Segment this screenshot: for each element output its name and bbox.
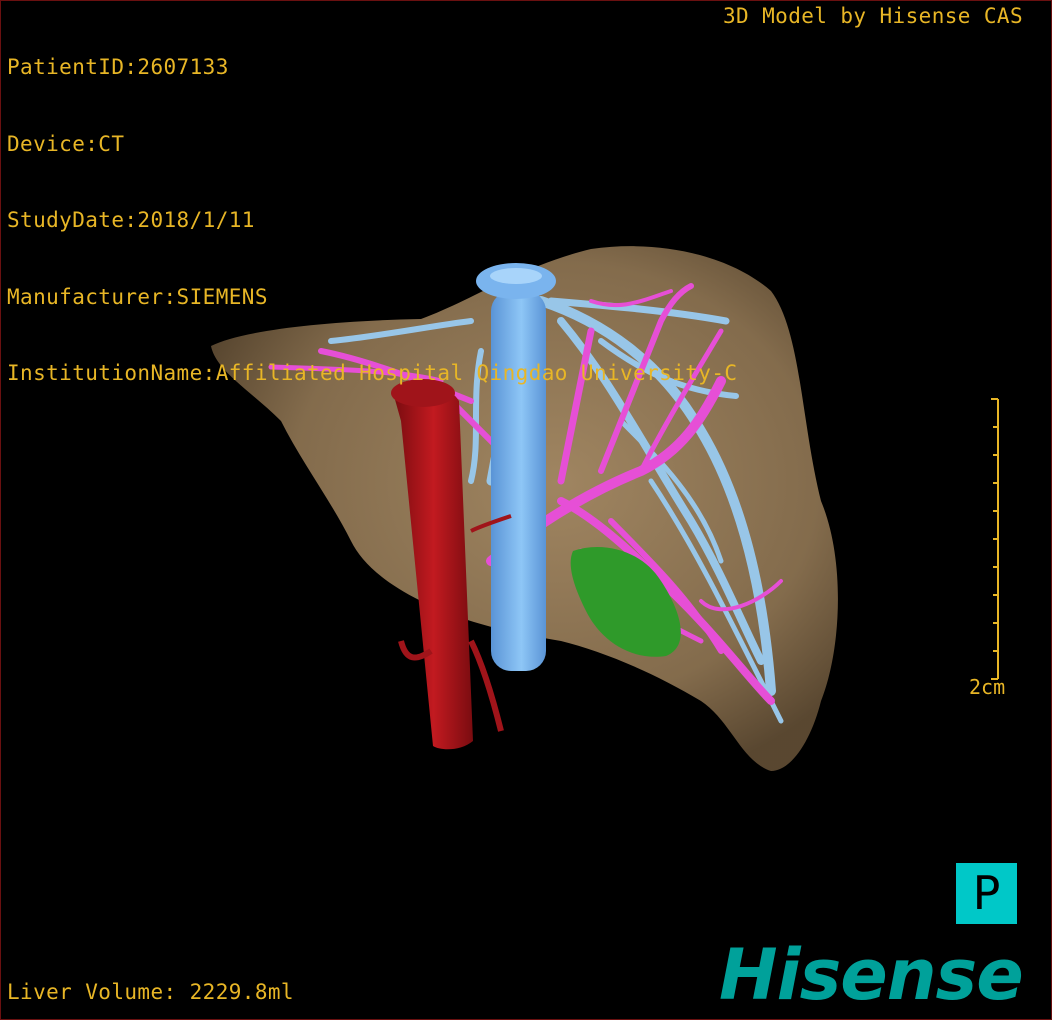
manufacturer: Manufacturer:SIEMENS [7, 284, 268, 309]
patient-info: PatientID:2607133 Device:CT StudyDate:20… [7, 4, 737, 438]
hisense-logo: Hisense [719, 934, 1024, 1016]
3d-viewport[interactable]: PatientID:2607133 Device:CT StudyDate:20… [0, 0, 1052, 1020]
liver-volume: Liver Volume: 2229.8ml [7, 979, 294, 1004]
study-date: StudyDate:2018/1/11 [7, 208, 255, 232]
scale-bar [991, 398, 999, 680]
scale-bar-label: 2cm [969, 675, 1006, 699]
institution-name: InstitutionName:Affiliated Hospital Qing… [7, 361, 738, 385]
patient-id: PatientID:2607133 [7, 55, 229, 79]
device: Device:CT [7, 131, 125, 156]
orientation-cube-icon[interactable]: P [956, 863, 1017, 924]
model-credit: 3D Model by Hisense CAS [723, 4, 1023, 28]
